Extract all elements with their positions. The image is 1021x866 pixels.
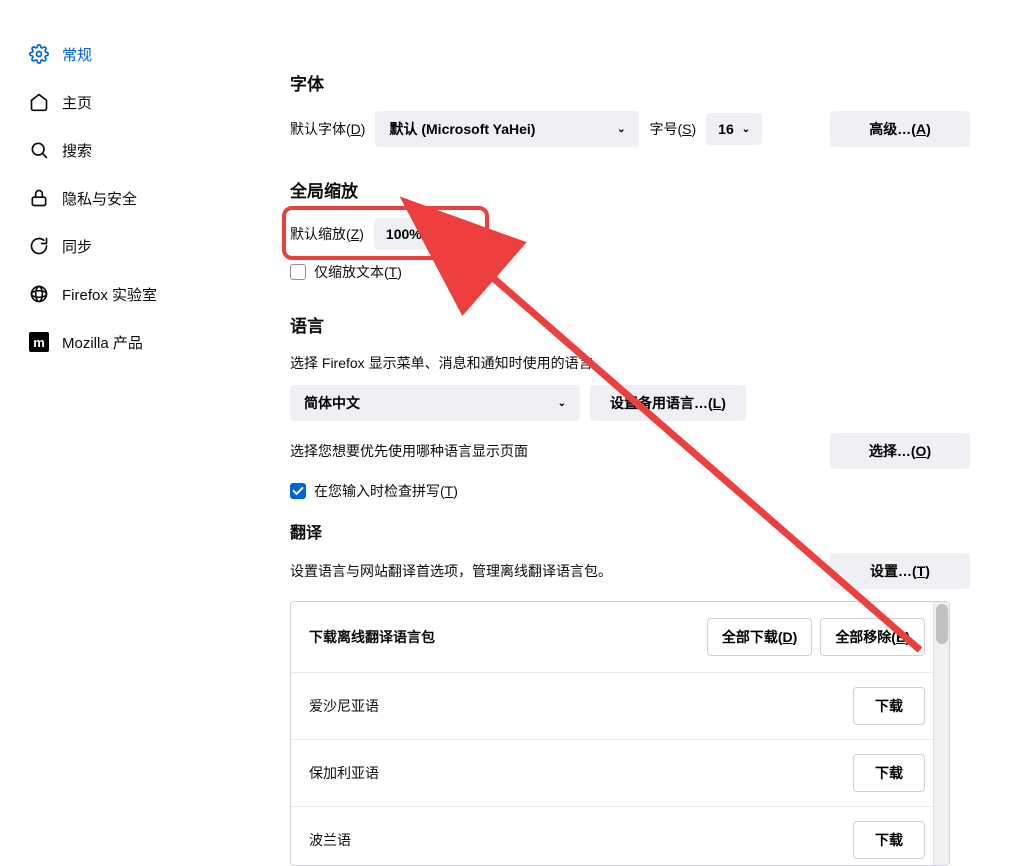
- settings-content: 字体 默认字体(D) 默认 (Microsoft YaHei) ⌄ 字号(S) …: [290, 70, 970, 866]
- sidebar-item-mozilla[interactable]: m Mozilla 产品: [28, 318, 250, 366]
- chevron-down-icon: ⌄: [558, 398, 566, 409]
- translation-download-header: 下载离线翻译语言包 全部下载(D) 全部移除(E): [291, 602, 949, 672]
- sidebar-item-label: 同步: [62, 236, 92, 257]
- translation-language-name: 波兰语: [309, 830, 853, 850]
- gear-icon: [28, 43, 50, 65]
- settings-sidebar: 常规 主页 搜索 隐私与安全 同步 Firefox 实验室 m Mozilla: [0, 0, 250, 366]
- page-language-desc: 选择您想要优先使用哪种语言显示页面: [290, 441, 528, 461]
- chevron-down-icon: ⌄: [430, 229, 438, 240]
- sidebar-item-label: 常规: [62, 44, 92, 65]
- translation-download-title: 下载离线翻译语言包: [309, 627, 699, 647]
- download-language-button[interactable]: 下载: [853, 754, 925, 792]
- sidebar-item-label: Mozilla 产品: [62, 332, 143, 353]
- zoom-text-only-label: 仅缩放文本(T): [314, 262, 402, 282]
- default-font-label: 默认字体(D): [290, 119, 365, 139]
- translation-desc anatomy-row: 设置语言与网站翻译首选项，管理离线翻译语言包。 设置…(T): [290, 553, 970, 589]
- choose-language-button[interactable]: 选择…(O): [830, 433, 970, 469]
- sidebar-item-sync[interactable]: 同步: [28, 222, 250, 270]
- default-zoom-label: 默认缩放(Z): [290, 224, 364, 244]
- translation-heading: 翻译: [290, 519, 970, 543]
- translation-language-row: 波兰语 下载: [291, 806, 949, 865]
- spellcheck-checkbox[interactable]: [290, 483, 306, 499]
- translation-download-box: 下载离线翻译语言包 全部下载(D) 全部移除(E) 爱沙尼亚语 下载 保加利亚语…: [290, 601, 950, 866]
- spellcheck-row: 在您输入时检查拼写(T): [290, 481, 970, 501]
- scrollbar-thumb[interactable]: [936, 604, 948, 644]
- sidebar-item-label: 隐私与安全: [62, 188, 137, 209]
- scrollbar[interactable]: [933, 602, 949, 865]
- sidebar-item-search[interactable]: 搜索: [28, 126, 250, 174]
- zoom-text-only-row: 仅缩放文本(T): [290, 262, 970, 282]
- language-heading: 语言: [290, 312, 970, 337]
- download-language-button[interactable]: 下载: [853, 687, 925, 725]
- advanced-fonts-button[interactable]: 高级…(A): [830, 111, 970, 147]
- alternative-language-button[interactable]: 设置备用语言…(L): [590, 385, 746, 421]
- chevron-down-icon: ⌄: [742, 124, 750, 135]
- search-icon: [28, 139, 50, 161]
- default-zoom-select[interactable]: 100% ⌄: [374, 218, 450, 250]
- ui-language-row: 简体中文 ⌄ 设置备用语言…(L): [290, 385, 970, 421]
- remove-all-button[interactable]: 全部移除(E): [820, 618, 925, 656]
- translation-language-name: 保加利亚语: [309, 763, 853, 783]
- ui-language-select[interactable]: 简体中文 ⌄: [290, 385, 580, 421]
- spellcheck-label: 在您输入时检查拼写(T): [314, 481, 458, 501]
- translation-language-row: 爱沙尼亚语 下载: [291, 672, 949, 739]
- default-font-row: 默认字体(D) 默认 (Microsoft YaHei) ⌄ 字号(S) 16 …: [290, 111, 970, 147]
- chevron-down-icon: ⌄: [617, 124, 625, 135]
- font-size-select[interactable]: 16 ⌄: [706, 113, 762, 145]
- lock-icon: [28, 187, 50, 209]
- flask-icon: [28, 283, 50, 305]
- zoom-heading: 全局缩放: [290, 177, 970, 202]
- zoom-text-only-checkbox[interactable]: [290, 264, 306, 280]
- sidebar-item-general[interactable]: 常规: [28, 30, 250, 78]
- translation-language-name: 爱沙尼亚语: [309, 696, 853, 716]
- language-desc: 选择 Firefox 显示菜单、消息和通知时使用的语言。: [290, 353, 970, 373]
- mozilla-icon: m: [28, 331, 50, 353]
- translation-desc: 设置语言与网站翻译首选项，管理离线翻译语言包。: [290, 561, 612, 581]
- sidebar-item-privacy[interactable]: 隐私与安全: [28, 174, 250, 222]
- default-zoom-row: 默认缩放(Z) 100% ⌄: [290, 218, 970, 250]
- sidebar-item-label: 主页: [62, 92, 92, 113]
- fonts-heading: 字体: [290, 70, 970, 95]
- download-language-button[interactable]: 下载: [853, 821, 925, 859]
- default-font-select[interactable]: 默认 (Microsoft YaHei) ⌄: [375, 111, 639, 147]
- page-language-row: 选择您想要优先使用哪种语言显示页面 选择…(O): [290, 433, 970, 469]
- sidebar-item-home[interactable]: 主页: [28, 78, 250, 126]
- sidebar-item-label: Firefox 实验室: [62, 284, 157, 305]
- sync-icon: [28, 235, 50, 257]
- translation-language-row: 保加利亚语 下载: [291, 739, 949, 806]
- sidebar-item-labs[interactable]: Firefox 实验室: [28, 270, 250, 318]
- home-icon: [28, 91, 50, 113]
- translation-settings-button[interactable]: 设置…(T): [830, 553, 970, 589]
- download-all-button[interactable]: 全部下载(D): [707, 618, 812, 656]
- font-size-label: 字号(S): [649, 119, 696, 139]
- sidebar-item-label: 搜索: [62, 140, 92, 161]
